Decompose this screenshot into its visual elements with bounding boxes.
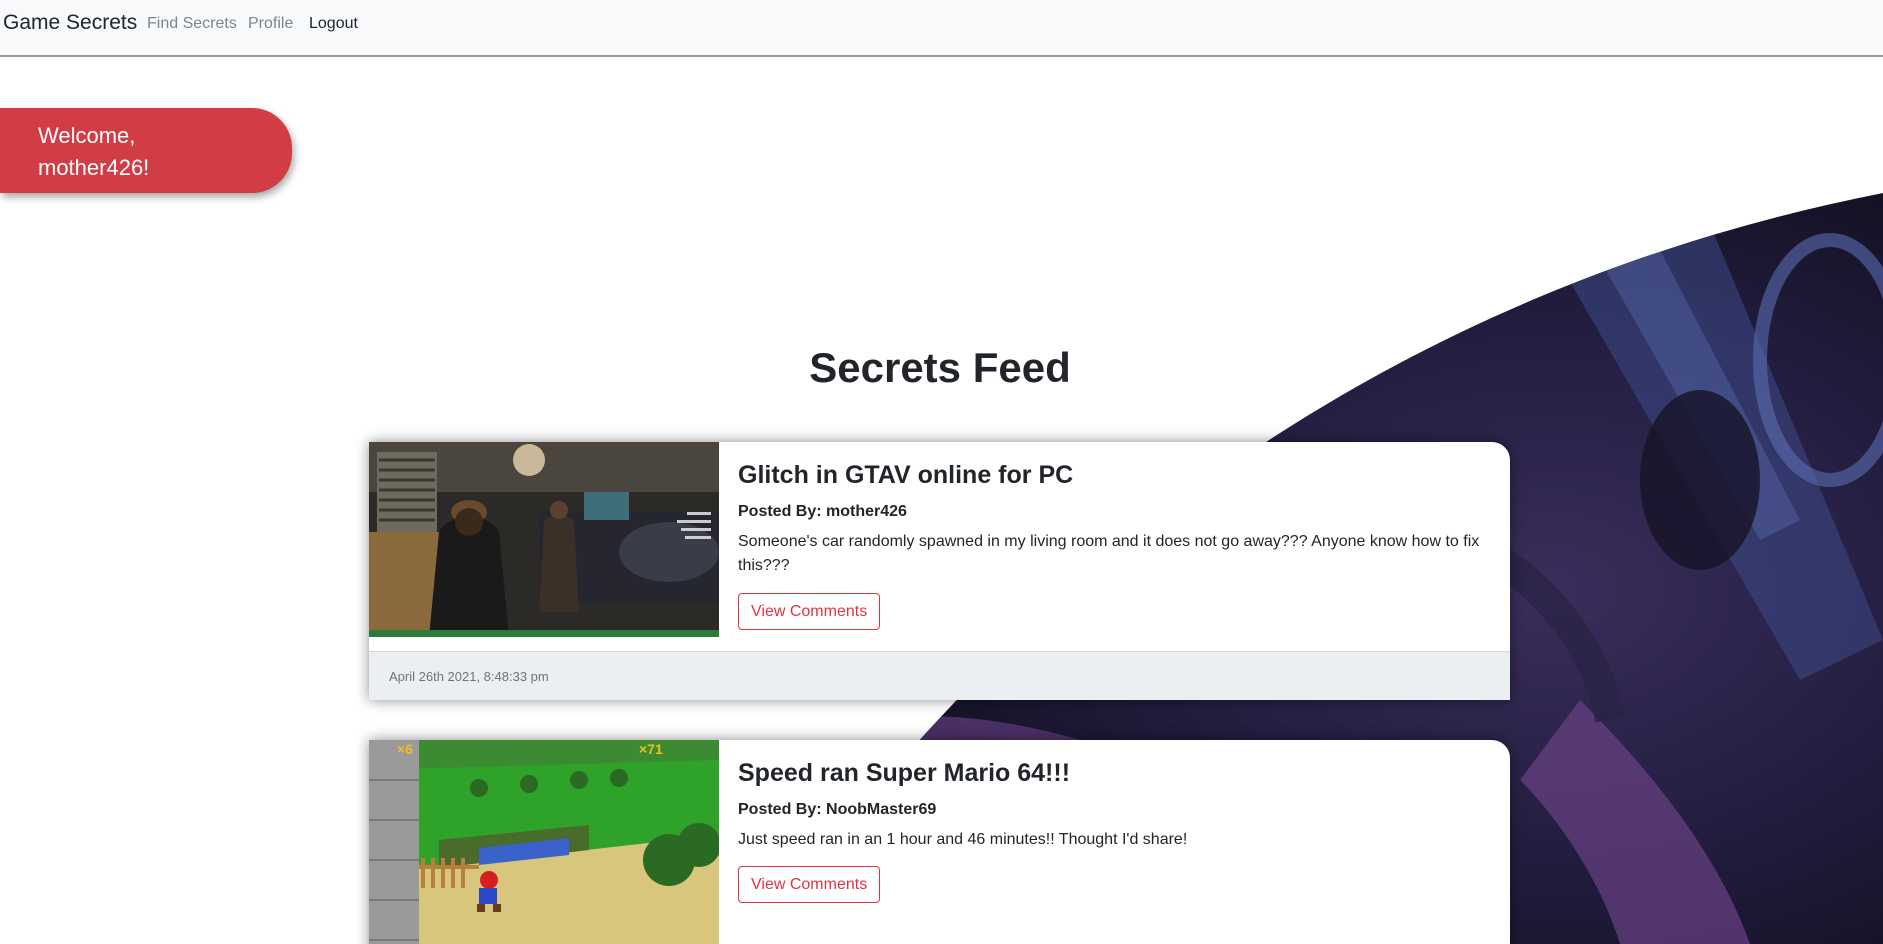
brand-link[interactable]: Game Secrets [3,11,137,35]
post-author: Posted By: NoobMaster69 [738,801,937,818]
post-title: Glitch in GTAV online for PC [738,461,1074,489]
card-footer: April 26th 2021, 8:48:33 pm [369,651,1510,700]
post-thumbnail-mario: ×6 ×71 [369,740,719,944]
secret-card: Glitch in GTAV online for PC Posted By: … [369,442,1510,700]
nav-profile[interactable]: Profile [248,15,293,33]
post-text: Just speed ran in an 1 hour and 46 minut… [738,831,1188,848]
post-thumbnail-gtav [369,442,719,637]
mario64-screenshot-image: ×6 ×71 [369,740,719,944]
post-timestamp: April 26th 2021, 8:48:33 pm [389,669,549,684]
post-author: Posted By: mother426 [738,503,907,520]
post-title: Speed ran Super Mario 64!!! [738,759,1071,787]
page-title: Secrets Feed [809,344,1071,391]
nav-logout[interactable]: Logout [309,15,358,33]
top-navbar: Game Secrets Find Secrets Profile Logout [0,0,1883,57]
welcome-banner: Welcome, mother426! [0,108,292,193]
welcome-line-1: Welcome, [38,123,136,148]
secret-card: ×6 ×71 Speed ran Super Mario 64!!! Poste… [369,740,1510,944]
lives-counter: ×6 [397,741,413,757]
welcome-username: mother426! [38,155,150,180]
star-counter: ×71 [639,741,663,757]
post-text: Someone's car randomly spawned in my liv… [738,533,1480,574]
view-comments-button[interactable]: View Comments [738,866,881,903]
nav-find-secrets[interactable]: Find Secrets [147,15,237,33]
view-comments-button[interactable]: View Comments [738,593,881,630]
gtav-screenshot-image [369,442,719,637]
